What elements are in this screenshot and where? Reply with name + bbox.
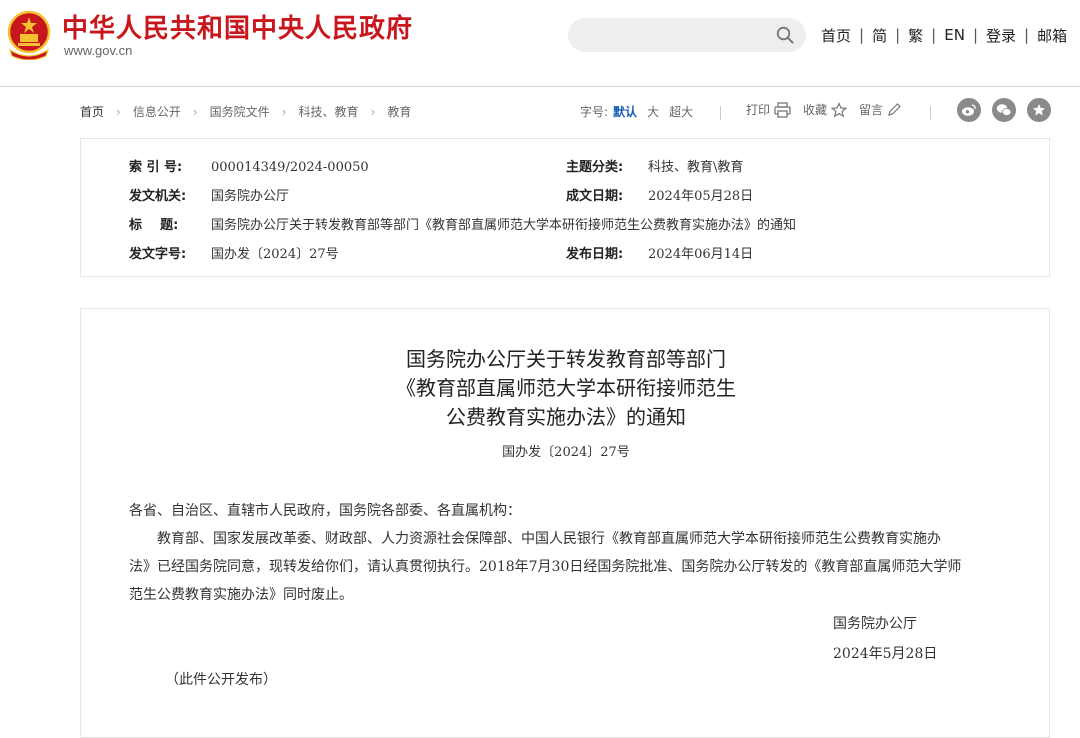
favorite-button[interactable]: 收藏	[803, 101, 848, 118]
font-size-label: 字号:	[580, 105, 609, 119]
print-button[interactable]: 打印	[746, 101, 791, 118]
chevron-right-icon: ›	[192, 104, 198, 119]
nav-separator: |	[895, 26, 901, 44]
site-title[interactable]: 中华人民共和国中央人民政府	[62, 8, 413, 45]
meta-index-label: 索 引 号:	[129, 160, 183, 175]
nav-separator: |	[859, 26, 865, 44]
article-title: 国务院办公厅关于转发教育部等部门 《教育部直属师范大学本研衔接师范生 公费教育实…	[81, 345, 1051, 432]
chevron-right-icon: ›	[370, 104, 376, 119]
share-buttons	[957, 98, 1062, 122]
breadcrumb-education[interactable]: 教育	[387, 103, 411, 120]
signature-date: 2024年5月28日	[833, 646, 938, 662]
meta-category-label: 主题分类:	[566, 160, 624, 175]
font-size-default[interactable]: 默认	[608, 103, 642, 120]
breadcrumb-home[interactable]: 首页	[80, 103, 104, 120]
meta-index-value: 000014349/2024-00050	[211, 160, 369, 175]
article-title-line: 国务院办公厅关于转发教育部等部门	[406, 347, 726, 371]
font-size-large[interactable]: 大	[642, 103, 664, 120]
toolbar-divider	[930, 106, 931, 120]
search-icon[interactable]	[776, 26, 794, 44]
meta-title-value: 国务院办公厅关于转发教育部等部门《教育部直属师范大学本研衔接师范生公费教育实施办…	[211, 218, 797, 233]
nav-separator: |	[972, 26, 978, 44]
meta-issuer-value: 国务院办公厅	[211, 189, 290, 204]
meta-issuer-row: 发文机关: 国务院办公厅	[129, 185, 289, 204]
meta-category-row: 主题分类: 科技、教育\教育	[566, 156, 743, 175]
nav-separator: |	[931, 26, 937, 44]
meta-title-row: 标 题: 国务院办公厅关于转发教育部等部门《教育部直属师范大学本研衔接师范生公费教…	[129, 214, 796, 233]
search-input[interactable]	[582, 24, 766, 48]
meta-publish-date-value: 2024年06月14日	[648, 247, 754, 262]
star-badge-icon[interactable]	[1027, 98, 1051, 122]
nav-separator: |	[1024, 26, 1030, 44]
wechat-icon[interactable]	[992, 98, 1016, 122]
chevron-right-icon: ›	[116, 104, 121, 119]
article-body: 各省、自治区、直辖市人民政府，国务院各部委、各直属机构： 教育部、国家发展改革委…	[129, 497, 999, 609]
meta-index-row: 索 引 号: 000014349/2024-00050	[129, 156, 369, 175]
meta-written-date-label: 成文日期:	[566, 189, 624, 204]
site-url: www.gov.cn	[64, 43, 133, 58]
toolbar: 首页 › 信息公开 › 国务院文件 › 科技、教育 › 教育 字号: 默认 大 …	[0, 92, 1080, 132]
meta-written-date-value: 2024年05月28日	[648, 189, 754, 204]
meta-category-value: 科技、教育\教育	[648, 160, 744, 175]
national-emblem-icon[interactable]	[6, 10, 52, 60]
tool-actions: 打印 收藏 留言	[746, 101, 914, 118]
search-box	[568, 18, 806, 52]
signature-org: 国务院办公厅	[833, 616, 917, 632]
meta-doc-no-value: 国办发〔2024〕27号	[211, 247, 339, 262]
nav-login[interactable]: 登录	[981, 25, 1021, 46]
site-header: 中华人民共和国中央人民政府 www.gov.cn 首页 | 简 | 繁 | EN…	[0, 0, 1080, 87]
favorite-label: 收藏	[803, 103, 828, 117]
nav-traditional[interactable]: 繁	[903, 25, 928, 46]
comment-button[interactable]: 留言	[859, 101, 902, 118]
toolbar-divider	[720, 106, 721, 120]
meta-issuer-label: 发文机关:	[129, 189, 187, 204]
breadcrumb-info-disclosure[interactable]: 信息公开	[133, 103, 181, 120]
nav-english[interactable]: EN	[939, 26, 970, 44]
font-size-control: 字号: 默认 大 超大	[580, 103, 698, 120]
nav-mailbox[interactable]: 邮箱	[1032, 25, 1072, 46]
meta-doc-no-row: 发文字号: 国办发〔2024〕27号	[129, 243, 339, 262]
article-paragraph-line: 教育部、国家发展改革委、财政部、人力资源社会保障部、中国人民银行《教育部直属师范…	[157, 531, 941, 547]
print-label: 打印	[746, 103, 771, 117]
article-doc-number: 国办发〔2024〕27号	[502, 445, 630, 460]
article-paragraph-line: 范生公费教育实施办法》同时废止。	[129, 587, 353, 603]
breadcrumb: 首页 › 信息公开 › 国务院文件 › 科技、教育 › 教育	[80, 103, 411, 120]
meta-publish-date-row: 发布日期: 2024年06月14日	[566, 243, 753, 262]
nav-home[interactable]: 首页	[816, 25, 856, 46]
article-salutation: 各省、自治区、直辖市人民政府，国务院各部委、各直属机构：	[129, 503, 521, 519]
signature-block: 国务院办公厅 2024年5月28日	[833, 609, 937, 669]
public-release-note: （此件公开发布）	[165, 672, 277, 688]
meta-title-label: 标 题:	[129, 218, 179, 233]
article-title-line: 公费教育实施办法》的通知	[446, 405, 686, 429]
nav-simplified[interactable]: 简	[867, 25, 892, 46]
top-nav: 首页 | 简 | 繁 | EN | 登录 | 邮箱	[816, 24, 1072, 46]
breadcrumb-sci-edu[interactable]: 科技、教育	[298, 103, 358, 120]
comment-label: 留言	[859, 103, 884, 117]
chevron-right-icon: ›	[281, 104, 287, 119]
article-content: 国务院办公厅关于转发教育部等部门 《教育部直属师范大学本研衔接师范生 公费教育实…	[80, 308, 1050, 738]
article-title-line: 《教育部直属师范大学本研衔接师范生	[396, 376, 736, 400]
printer-icon	[774, 101, 791, 118]
star-icon	[831, 101, 848, 117]
font-size-xlarge[interactable]: 超大	[664, 103, 698, 120]
pencil-icon	[888, 103, 901, 116]
meta-doc-no-label: 发文字号:	[129, 247, 187, 262]
weibo-icon[interactable]	[957, 98, 981, 122]
breadcrumb-state-council-docs[interactable]: 国务院文件	[210, 103, 270, 120]
meta-written-date-row: 成文日期: 2024年05月28日	[566, 185, 753, 204]
document-metadata: 索 引 号: 000014349/2024-00050 主题分类: 科技、教育\教育…	[80, 138, 1050, 277]
article-paragraph-line: 法》已经国务院同意，现转发给你们，请认真贯彻执行。2018年7月30日经国务院批…	[129, 559, 962, 575]
meta-publish-date-label: 发布日期:	[566, 247, 624, 262]
